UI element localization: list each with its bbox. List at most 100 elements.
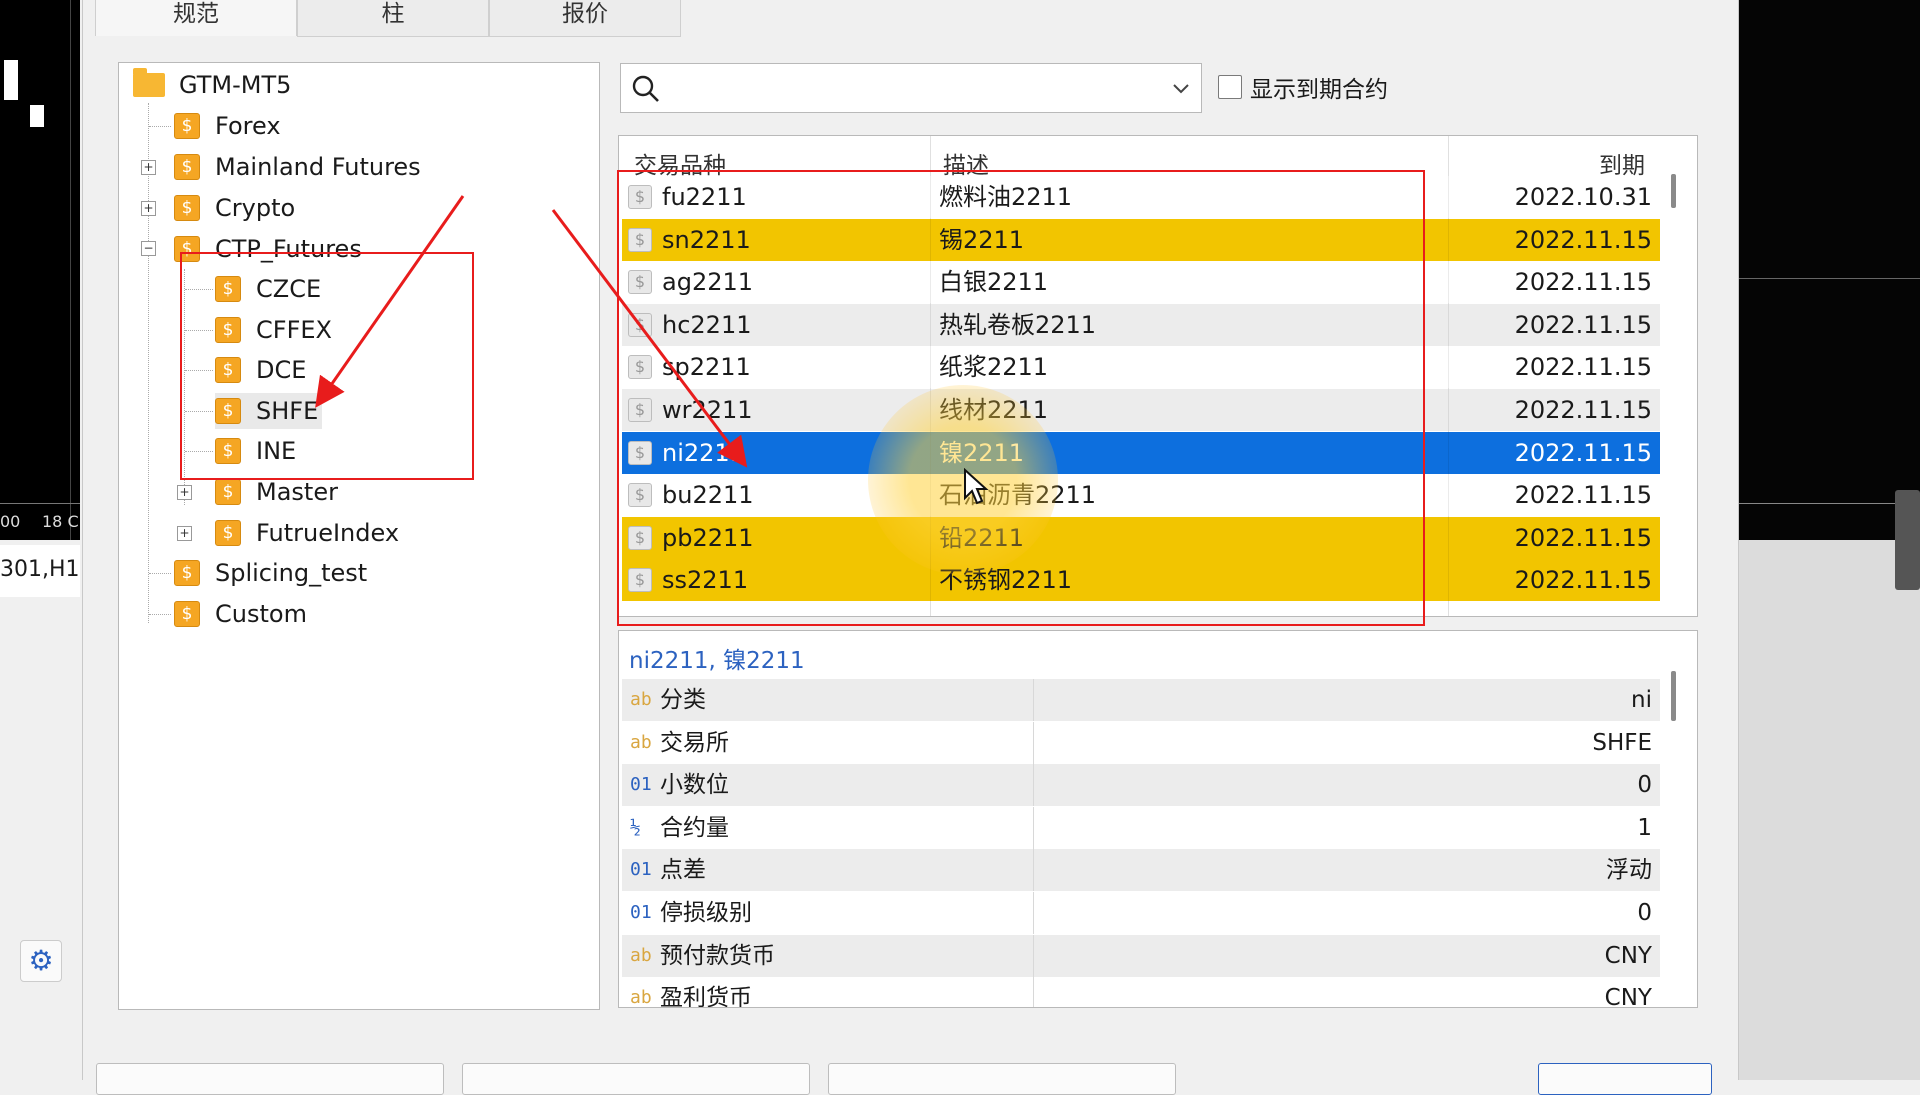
expand-icon[interactable]: + bbox=[141, 201, 156, 216]
symbol-group-icon: $ bbox=[174, 195, 200, 221]
tree-node-mainland-futures[interactable]: $ Mainland Futures bbox=[174, 149, 421, 185]
tab-bars[interactable]: 柱 bbox=[297, 0, 489, 37]
cell-divider bbox=[1033, 977, 1034, 1007]
cell-divider bbox=[1033, 934, 1034, 977]
expand-icon[interactable]: + bbox=[177, 485, 192, 500]
symbol-properties-panel: ni2211, 镍2211 ab 分类 ni ab 交易所 SHFE 01 小数位 0 ½ 合约量 1… bbox=[618, 630, 1698, 1008]
search-icon bbox=[632, 75, 659, 102]
property-row[interactable]: 01 点差 浮动 bbox=[622, 849, 1660, 892]
cell-divider bbox=[1448, 346, 1449, 389]
property-type-icon: ab bbox=[630, 689, 652, 710]
property-name: 点差 bbox=[660, 857, 706, 884]
ok-button[interactable] bbox=[1538, 1063, 1712, 1095]
cell-divider bbox=[1448, 176, 1449, 218]
properties-title: ni2211, 镍2211 bbox=[629, 648, 805, 674]
cell-divider bbox=[1033, 892, 1034, 934]
cell-divider bbox=[1448, 218, 1449, 261]
expiry-cell: 2022.11.15 bbox=[1514, 438, 1652, 467]
expiry-cell: 2022.11.15 bbox=[1514, 268, 1652, 297]
cell-divider bbox=[1448, 516, 1449, 559]
chart-line bbox=[1737, 278, 1920, 279]
settings-gear-icon[interactable]: ⚙ bbox=[20, 940, 62, 982]
cell-divider bbox=[1448, 389, 1449, 431]
cell-divider bbox=[1033, 806, 1034, 849]
chevron-down-icon[interactable] bbox=[1171, 82, 1191, 96]
property-name: 停损级别 bbox=[660, 900, 752, 926]
show-symbol-button[interactable] bbox=[96, 1063, 444, 1095]
tree-node-forex[interactable]: $ Forex bbox=[174, 108, 281, 144]
property-type-icon: ab bbox=[630, 944, 652, 966]
property-value: 0 bbox=[1637, 772, 1652, 799]
table-scrollbar-thumb[interactable] bbox=[1671, 174, 1676, 208]
symbol-group-icon: $ bbox=[215, 479, 241, 505]
tree-node-crypto[interactable]: $ Crypto bbox=[174, 190, 295, 226]
annotation-box-symbols bbox=[617, 170, 1425, 626]
cell-divider bbox=[1448, 474, 1449, 517]
collapse-icon[interactable]: − bbox=[141, 241, 156, 256]
chart-tab[interactable]: 301,H1 bbox=[0, 545, 80, 597]
annotation-box-exchanges bbox=[180, 252, 474, 480]
symbol-group-icon: $ bbox=[174, 113, 200, 139]
cell-divider bbox=[1448, 559, 1449, 602]
property-row[interactable]: ab 分类 ni bbox=[622, 679, 1660, 721]
property-row[interactable]: ½ 合约量 1 bbox=[622, 806, 1660, 849]
time-label: 00 bbox=[0, 512, 21, 531]
symbol-group-icon: $ bbox=[215, 520, 241, 546]
tree-node-label: Mainland Futures bbox=[215, 153, 421, 181]
tree-node-label: Forex bbox=[215, 112, 281, 140]
tree-node-label: Splicing_test bbox=[215, 559, 368, 587]
tree-node-label: Crypto bbox=[215, 194, 296, 222]
expiry-cell: 2022.11.15 bbox=[1514, 481, 1652, 510]
properties-scrollbar-thumb[interactable] bbox=[1671, 671, 1676, 721]
tree-node-root[interactable]: GTM-MT5 bbox=[133, 67, 291, 103]
candle bbox=[4, 60, 18, 100]
property-value: 1 bbox=[1637, 814, 1652, 841]
chart-tab-label: 301,H1 bbox=[0, 557, 80, 582]
property-value: CNY bbox=[1604, 942, 1652, 969]
expand-icon[interactable]: + bbox=[141, 160, 156, 175]
background-chart: 00 18 C bbox=[0, 0, 80, 540]
symbol-search-combobox[interactable] bbox=[620, 63, 1202, 113]
collapse-handle[interactable] bbox=[1895, 490, 1920, 590]
show-expired-checkbox[interactable] bbox=[1218, 75, 1242, 99]
property-type-icon: 01 bbox=[630, 859, 652, 881]
property-type-icon: ½ bbox=[630, 816, 641, 838]
chart-border bbox=[70, 0, 71, 540]
time-axis bbox=[0, 503, 80, 504]
property-name: 合约量 bbox=[660, 814, 729, 841]
tree-node-label: Master bbox=[256, 478, 338, 506]
symbol-group-icon: $ bbox=[174, 154, 200, 180]
property-value: ni bbox=[1631, 687, 1652, 713]
cell-divider bbox=[1448, 431, 1449, 474]
cell-divider bbox=[1448, 303, 1449, 346]
mouse-cursor-icon bbox=[964, 468, 989, 505]
tab-specification[interactable]: 规范 bbox=[95, 0, 297, 36]
expiry-cell: 2022.11.15 bbox=[1514, 396, 1652, 424]
property-value: 0 bbox=[1637, 900, 1652, 926]
property-value: SHFE bbox=[1592, 729, 1652, 756]
property-value: CNY bbox=[1604, 985, 1652, 1008]
property-row[interactable]: ab 盈利货币 CNY bbox=[622, 977, 1660, 1008]
property-row[interactable]: 01 小数位 0 bbox=[622, 764, 1660, 807]
column-header-expiry[interactable]: 到期 bbox=[1599, 146, 1645, 180]
tree-node-splicing-test[interactable]: $ Splicing_test bbox=[174, 555, 367, 591]
property-row[interactable]: ab 交易所 SHFE bbox=[622, 721, 1660, 764]
expand-icon[interactable]: + bbox=[177, 526, 192, 541]
expiry-cell: 2022.11.15 bbox=[1514, 225, 1652, 254]
create-custom-symbol-button[interactable] bbox=[828, 1063, 1176, 1095]
tree-node-label: Custom bbox=[215, 600, 307, 628]
property-row[interactable]: ab 预付款货币 CNY bbox=[622, 934, 1660, 977]
property-name: 预付款货币 bbox=[660, 942, 775, 969]
symbol-tree[interactable]: GTM-MT5 $ Forex + $ Mainland Futures + $… bbox=[118, 62, 600, 1010]
property-row[interactable]: 01 停损级别 0 bbox=[622, 892, 1660, 934]
expiry-cell: 2022.11.15 bbox=[1514, 353, 1652, 382]
tree-node-futrueindex[interactable]: $ FutrueIndex bbox=[215, 515, 399, 551]
hide-symbol-button[interactable] bbox=[462, 1063, 810, 1095]
expiry-cell: 2022.11.15 bbox=[1514, 566, 1652, 595]
property-name: 盈利货币 bbox=[660, 985, 752, 1008]
tab-ticks[interactable]: 报价 bbox=[489, 0, 681, 37]
symbol-group-icon: $ bbox=[174, 560, 200, 586]
tree-node-custom[interactable]: $ Custom bbox=[174, 596, 307, 632]
cell-divider bbox=[1448, 261, 1449, 304]
time-label: 18 C bbox=[42, 512, 79, 531]
